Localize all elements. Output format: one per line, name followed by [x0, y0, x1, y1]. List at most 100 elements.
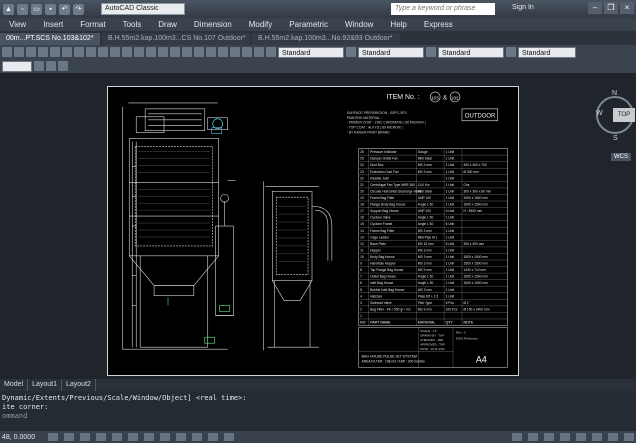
ortho-icon[interactable]: [80, 433, 90, 441]
transparency-icon[interactable]: [192, 433, 202, 441]
undo-icon[interactable]: ↶: [59, 3, 70, 15]
plot-preview-icon[interactable]: [50, 47, 60, 57]
menu-parametric[interactable]: Parametric: [280, 20, 336, 29]
menu-tools[interactable]: Tools: [114, 20, 150, 29]
quick-view-layouts-icon[interactable]: [528, 433, 538, 441]
open-icon[interactable]: ▭: [31, 3, 42, 15]
tab-layout2[interactable]: Layout2: [62, 379, 96, 391]
save-icon[interactable]: ▪: [45, 3, 56, 15]
layer-state-icon[interactable]: [34, 61, 44, 71]
bom-header-cell: NOTE: [463, 321, 474, 325]
close-icon[interactable]: ×: [620, 2, 634, 14]
bom-cell: MS 3 mm: [418, 307, 432, 311]
bom-cell: 3: [360, 301, 362, 305]
bom-cell: 1 Unit: [446, 235, 455, 239]
lineweight-icon[interactable]: [176, 433, 186, 441]
multileader-style-select[interactable]: Standard: [518, 46, 576, 58]
lock-icon[interactable]: [608, 433, 618, 441]
pan-icon[interactable]: [134, 47, 144, 57]
open-file-icon[interactable]: [14, 47, 24, 57]
copy-icon[interactable]: [74, 47, 84, 57]
wcs-menu[interactable]: WCS: [611, 153, 631, 161]
zoom-status-icon[interactable]: [560, 433, 570, 441]
annotation-scale-icon[interactable]: [576, 433, 586, 441]
bom-cell: 17: [360, 209, 364, 213]
workspace-dropdown[interactable]: AutoCAD Classic: [101, 3, 185, 15]
title-block-dwg: DWG Reference: [456, 336, 478, 340]
properties-icon[interactable]: [182, 47, 192, 57]
design-center-icon[interactable]: [194, 47, 204, 57]
bom-cell: MS 5 mm: [418, 268, 432, 272]
new-file-icon[interactable]: [2, 47, 12, 57]
ducs-icon[interactable]: [144, 433, 154, 441]
sign-in-link[interactable]: Sign In: [512, 4, 534, 11]
minimize-icon[interactable]: –: [588, 2, 602, 14]
new-icon[interactable]: ▫: [17, 3, 28, 15]
doc-tab-2[interactable]: B.H.55m2.kap.100m3...CS No.107 Outdoor*: [102, 33, 250, 45]
match-properties-icon[interactable]: [98, 47, 108, 57]
polar-icon[interactable]: [96, 433, 106, 441]
menu-dimension[interactable]: Dimension: [185, 20, 240, 29]
title-block-field: APPROVED : TKP: [420, 342, 445, 346]
layer-select[interactable]: [2, 60, 32, 72]
dim-style-select[interactable]: Standard: [358, 46, 424, 58]
status-bar: 48, 0.0000: [0, 431, 636, 443]
text-style-select[interactable]: Standard: [278, 46, 344, 58]
doc-tab-1[interactable]: 00m...PT.SCS No.103&102*: [0, 33, 100, 45]
menu-format[interactable]: Format: [71, 20, 113, 29]
styles-toolbar: Standard Standard Standard Standard: [0, 45, 636, 59]
pan-status-icon[interactable]: [544, 433, 554, 441]
otrack-icon[interactable]: [128, 433, 138, 441]
tab-layout1[interactable]: Layout1: [28, 379, 62, 391]
menu-window[interactable]: Window: [336, 20, 381, 29]
sheet-set-icon[interactable]: [218, 47, 228, 57]
restore-icon[interactable]: ❐: [604, 2, 618, 14]
command-history-2: ite corner:: [2, 403, 49, 411]
bom-cell: Bubble Inlet Bag House: [370, 288, 404, 292]
workspace-switch-icon[interactable]: [592, 433, 602, 441]
undo-tool-icon[interactable]: [110, 47, 120, 57]
layer-previous-icon[interactable]: [46, 61, 56, 71]
tab-model[interactable]: Model: [0, 379, 29, 391]
zoom-previous-icon[interactable]: [170, 47, 180, 57]
paste-icon[interactable]: [86, 47, 96, 57]
tool-palettes-icon[interactable]: [206, 47, 216, 57]
osnap-icon[interactable]: [112, 433, 122, 441]
model-space-icon[interactable]: [512, 433, 522, 441]
bom-cell: 13: [360, 235, 364, 239]
redo-tool-icon[interactable]: [122, 47, 132, 57]
layer-properties-icon[interactable]: [58, 61, 68, 71]
cut-icon[interactable]: [62, 47, 72, 57]
help-icon[interactable]: [254, 47, 264, 57]
drawing-sheet[interactable]: ITEM No. : 103 & 102 OUTDOOR SURFACE PRE…: [107, 86, 519, 376]
zoom-realtime-icon[interactable]: [146, 47, 156, 57]
markup-icon[interactable]: [230, 47, 240, 57]
menu-modify[interactable]: Modify: [240, 20, 281, 29]
bom-cell: Cage Ladder: [370, 235, 390, 239]
search-input[interactable]: Type a keyword or phrase: [391, 3, 495, 15]
menu-insert[interactable]: Insert: [34, 20, 71, 29]
bom-cell: 1 Unit: [446, 294, 455, 298]
zoom-window-icon[interactable]: [158, 47, 168, 57]
snap-icon[interactable]: [48, 433, 58, 441]
doc-tab-3[interactable]: B.H.55m2.kap.100m3...No.92&93 Outdoor*: [252, 33, 400, 45]
table-style-select[interactable]: Standard: [438, 46, 504, 58]
print-icon[interactable]: [38, 47, 48, 57]
calculator-icon[interactable]: [242, 47, 252, 57]
menu-draw[interactable]: Draw: [149, 20, 185, 29]
command-input[interactable]: ommand: [2, 412, 634, 421]
bom-cell: Ø 1": [463, 301, 470, 305]
menu-express[interactable]: Express: [415, 20, 461, 29]
menu-view[interactable]: View: [0, 20, 34, 29]
grid-icon[interactable]: [64, 433, 74, 441]
bom-cell: 1500 x 1500 mm: [463, 196, 488, 200]
menu-help[interactable]: Help: [381, 20, 414, 29]
dyn-icon[interactable]: [160, 433, 170, 441]
viewcube-top[interactable]: TOP: [613, 108, 635, 122]
clean-screen-icon[interactable]: [624, 433, 634, 441]
redo-icon[interactable]: ↷: [73, 3, 84, 15]
quick-properties-icon[interactable]: [208, 433, 218, 441]
save-file-icon[interactable]: [26, 47, 36, 57]
app-menu-icon[interactable]: ▲: [3, 3, 14, 15]
selection-cycling-icon[interactable]: [224, 433, 234, 441]
